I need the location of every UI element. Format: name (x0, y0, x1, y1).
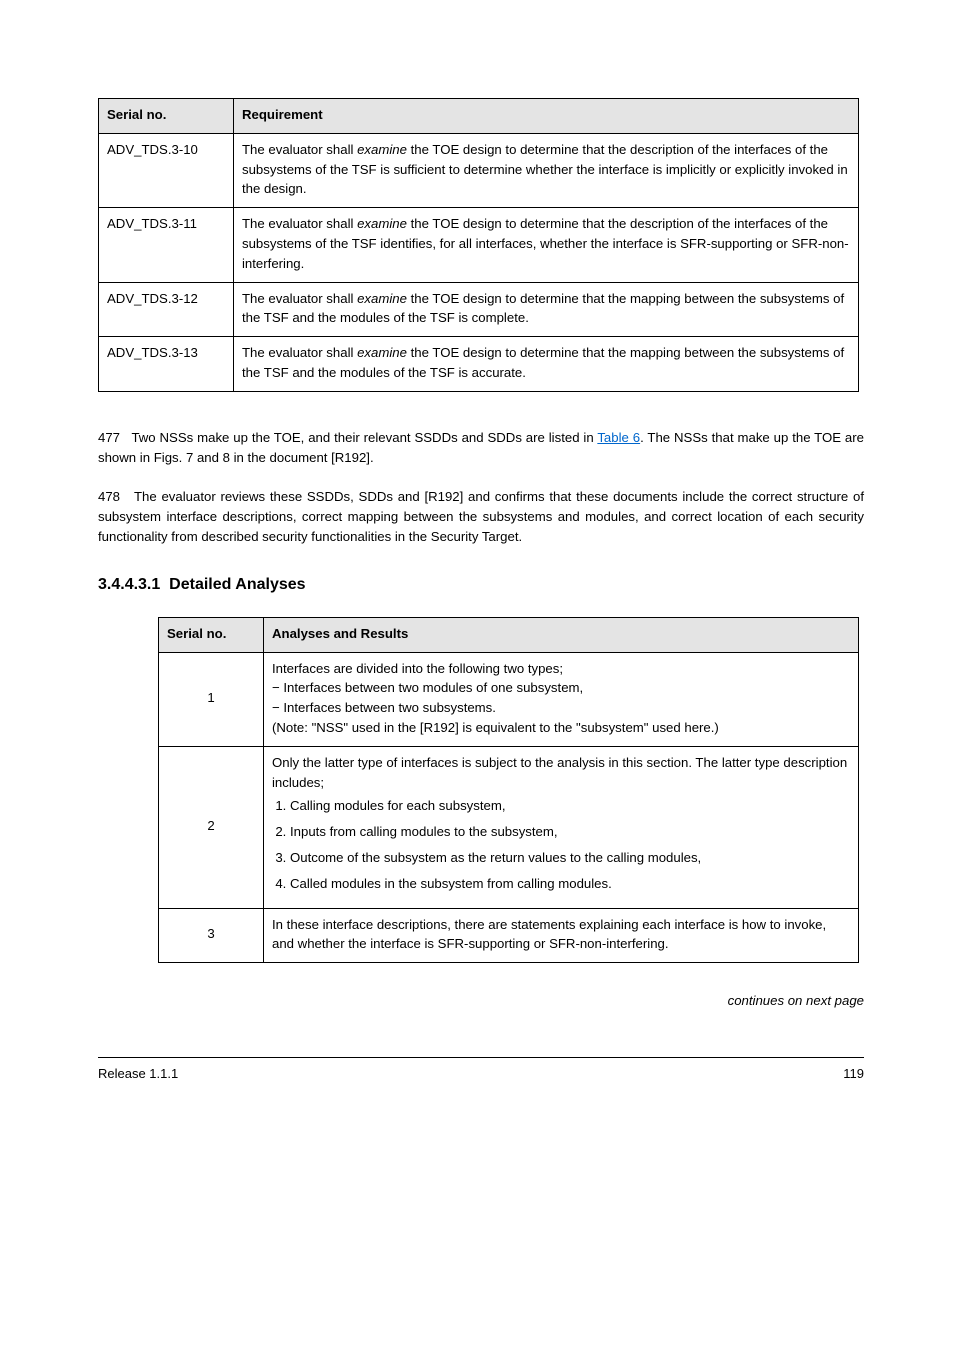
table-row: ADV_TDS.3-11 The evaluator shall examine… (99, 208, 859, 282)
cell-requirement: The evaluator shall examine the TOE desi… (234, 208, 859, 282)
footer-rule (98, 1057, 864, 1058)
cell-serial: ADV_TDS.3-11 (99, 208, 234, 282)
cell-serial: ADV_TDS.3-12 (99, 282, 234, 337)
cell-analyses: In these interface descriptions, there a… (264, 908, 859, 963)
cell-requirement: The evaluator shall examine the TOE desi… (234, 133, 859, 207)
table-row: 3 In these interface descriptions, there… (159, 908, 859, 963)
paragraph: 477 Two NSSs make up the TOE, and their … (98, 428, 864, 468)
cell-serial: 2 (159, 746, 264, 908)
para-number: 477 (98, 430, 120, 445)
para-number: 478 (98, 489, 120, 504)
table-row: 2 Only the latter type of interfaces is … (159, 746, 859, 908)
cell-serial: ADV_TDS.3-13 (99, 337, 234, 392)
table-row: ADV_TDS.3-12 The evaluator shall examine… (99, 282, 859, 337)
cell-analyses: Only the latter type of interfaces is su… (264, 746, 859, 908)
cell-requirement: The evaluator shall examine the TOE desi… (234, 282, 859, 337)
col-header-serial: Serial no. (159, 617, 264, 652)
paragraph: 478 The evaluator reviews these SSDDs, S… (98, 487, 864, 546)
cell-serial: ADV_TDS.3-10 (99, 133, 234, 207)
cell-analyses: Interfaces are divided into the followin… (264, 652, 859, 746)
continues-label: continues on next page (78, 991, 884, 1011)
footer-pageno: 119 (843, 1064, 864, 1084)
table-row: 1 Interfaces are divided into the follow… (159, 652, 859, 746)
footer-release: Release 1.1.1 (98, 1064, 178, 1084)
col-header-analyses: Analyses and Results (264, 617, 859, 652)
col-header-serial: Serial no. (99, 99, 234, 134)
cell-serial: 3 (159, 908, 264, 963)
link-table6[interactable]: Table 6 (597, 430, 640, 445)
col-header-requirement: Requirement (234, 99, 859, 134)
table-header-row: Serial no. Analyses and Results (159, 617, 859, 652)
table-header-row: Serial no. Requirement (99, 99, 859, 134)
cell-serial: 1 (159, 652, 264, 746)
section-heading: 3.4.4.3.1 Detailed Analyses (98, 573, 864, 597)
cell-requirement: The evaluator shall examine the TOE desi… (234, 337, 859, 392)
table-row: ADV_TDS.3-10 The evaluator shall examine… (99, 133, 859, 207)
analyses-table: Serial no. Analyses and Results 1 Interf… (158, 617, 859, 963)
page-footer: Release 1.1.1 119 (78, 1064, 884, 1084)
requirements-table: Serial no. Requirement ADV_TDS.3-10 The … (98, 98, 859, 392)
table-row: ADV_TDS.3-13 The evaluator shall examine… (99, 337, 859, 392)
